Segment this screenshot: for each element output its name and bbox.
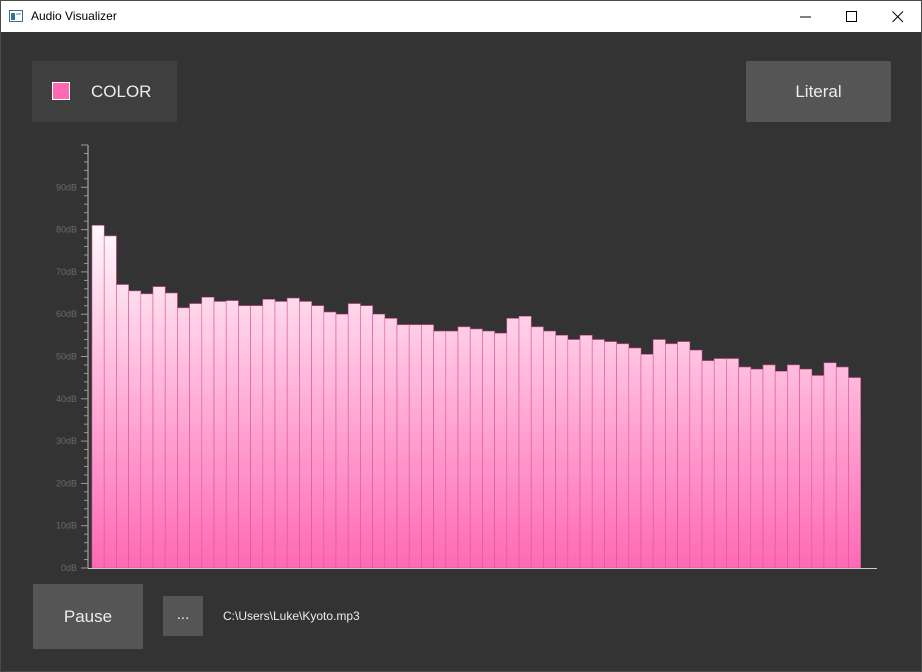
spectrum-bar bbox=[762, 364, 776, 569]
spectrum-bar bbox=[103, 235, 117, 569]
spectrum-bar bbox=[457, 326, 471, 569]
spectrum-bar bbox=[555, 335, 569, 569]
spectrum-bar bbox=[628, 347, 642, 569]
spectrum-bar bbox=[811, 375, 825, 569]
bar-series bbox=[91, 225, 861, 569]
spectrum-bar bbox=[201, 296, 215, 569]
spectrum-bar bbox=[372, 313, 386, 569]
window-title: Audio Visualizer bbox=[31, 9, 117, 23]
spectrum-bar bbox=[689, 349, 703, 569]
spectrum-bar bbox=[469, 328, 483, 569]
spectrum-bar bbox=[189, 303, 203, 569]
spectrum-bar bbox=[335, 313, 349, 569]
literal-mode-button[interactable]: Literal bbox=[746, 61, 891, 122]
browse-file-button[interactable]: ... bbox=[163, 596, 203, 636]
spectrum-chart: 0dB 10dB 20dB 30dB 40dB 50dB 60dB 70dB 80dB 90dB bbox=[56, 144, 877, 573]
spectrum-bar bbox=[164, 292, 178, 569]
spectrum-bar bbox=[848, 377, 861, 569]
y-tick-label: 90dB bbox=[56, 182, 77, 192]
spectrum-bar bbox=[482, 330, 495, 569]
spectrum-bar bbox=[652, 339, 666, 569]
spectrum-bar bbox=[250, 305, 264, 569]
browse-label: ... bbox=[176, 606, 190, 623]
spectrum-bar bbox=[408, 324, 422, 569]
spectrum-bar bbox=[787, 364, 800, 569]
spectrum-bar bbox=[701, 360, 715, 569]
y-tick-label: 20dB bbox=[56, 478, 77, 488]
y-tick-label: 10dB bbox=[56, 521, 77, 531]
spectrum-bar bbox=[567, 339, 581, 569]
color-swatch bbox=[52, 82, 70, 100]
y-tick-label: 80dB bbox=[56, 225, 77, 235]
spectrum-bar bbox=[299, 301, 312, 569]
y-tick-label: 30dB bbox=[56, 436, 77, 446]
literal-mode-label: Literal bbox=[795, 82, 842, 101]
spectrum-bar bbox=[677, 341, 691, 569]
spectrum-bar bbox=[579, 335, 593, 569]
spectrum-bar bbox=[323, 311, 337, 569]
spectrum-bar bbox=[421, 324, 434, 569]
pause-label: Pause bbox=[63, 607, 113, 626]
pause-button[interactable]: Pause bbox=[33, 584, 143, 649]
spectrum-bar bbox=[274, 301, 288, 569]
title-bar: Audio Visualizer bbox=[1, 1, 921, 32]
app-window-icon bbox=[9, 9, 23, 22]
spectrum-bar bbox=[128, 290, 142, 569]
file-path-label: C:\Users\Luke\Kyoto.mp3 bbox=[223, 609, 360, 623]
spectrum-bar bbox=[347, 303, 361, 569]
spectrum-bar bbox=[799, 368, 813, 569]
spectrum-bar bbox=[384, 318, 398, 569]
spectrum-bar bbox=[360, 305, 373, 569]
spectrum-bar bbox=[774, 371, 788, 569]
close-button[interactable] bbox=[875, 1, 921, 32]
y-tick-label: 40dB bbox=[56, 394, 77, 404]
spectrum-bar bbox=[311, 305, 325, 569]
y-tick-label: 60dB bbox=[56, 309, 77, 319]
spectrum-bar bbox=[823, 362, 837, 569]
spectrum-bar bbox=[750, 368, 764, 569]
spectrum-bar bbox=[530, 326, 544, 569]
spectrum-bar bbox=[140, 293, 154, 569]
maximize-button[interactable] bbox=[829, 1, 875, 32]
spectrum-bar bbox=[213, 301, 227, 569]
maximize-icon bbox=[846, 11, 857, 22]
y-tick-label: 0dB bbox=[61, 563, 77, 573]
spectrum-bar bbox=[713, 358, 727, 569]
spectrum-bar bbox=[726, 358, 739, 569]
spectrum-bar bbox=[445, 330, 459, 569]
minimize-icon bbox=[800, 16, 811, 18]
spectrum-bar bbox=[396, 324, 410, 569]
spectrum-bar bbox=[616, 343, 630, 569]
spectrum-bar bbox=[591, 339, 605, 569]
spectrum-bar bbox=[494, 332, 508, 569]
y-tick-label: 70dB bbox=[56, 267, 77, 277]
spectrum-bar bbox=[286, 297, 300, 569]
spectrum-bar bbox=[225, 300, 239, 569]
color-label: COLOR bbox=[91, 82, 152, 101]
spectrum-bar bbox=[177, 307, 190, 569]
spectrum-bar bbox=[518, 316, 532, 569]
color-picker-button[interactable]: COLOR bbox=[32, 61, 177, 122]
spectrum-bar bbox=[116, 284, 129, 569]
spectrum-bar bbox=[152, 286, 166, 569]
spectrum-bar bbox=[543, 330, 556, 569]
minimize-button[interactable] bbox=[783, 1, 829, 32]
spectrum-bar bbox=[91, 225, 105, 569]
spectrum-bar bbox=[640, 354, 654, 569]
close-icon bbox=[892, 11, 904, 23]
spectrum-bar bbox=[262, 299, 276, 569]
spectrum-bar bbox=[433, 330, 447, 569]
spectrum-bar bbox=[835, 366, 849, 569]
spectrum-bar bbox=[238, 305, 251, 569]
spectrum-bar bbox=[738, 366, 752, 569]
spectrum-bar bbox=[665, 343, 678, 569]
spectrum-bar bbox=[604, 341, 617, 569]
app-window: Audio Visualizer COLOR Literal 0dB 10dB 20… bbox=[0, 0, 922, 672]
spectrum-bar bbox=[506, 318, 520, 569]
y-tick-label: 50dB bbox=[56, 352, 77, 362]
